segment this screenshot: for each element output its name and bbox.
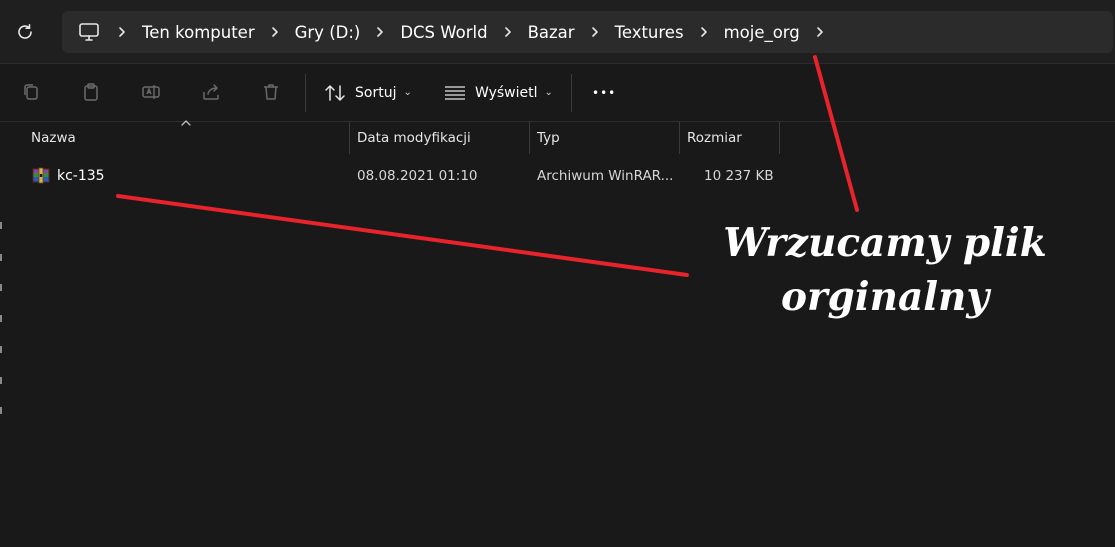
share-icon [203, 84, 219, 100]
chevron-right-icon[interactable] [488, 26, 528, 38]
chevron-right-icon[interactable] [575, 26, 615, 38]
view-button[interactable]: Wyświetl ⌄ [444, 64, 553, 121]
clipboard-icon [84, 83, 98, 101]
breadcrumb-item-bazar[interactable]: Bazar [528, 23, 575, 42]
chevron-down-icon: ⌄ [544, 87, 553, 98]
refresh-button[interactable] [12, 19, 38, 45]
annotation-text: Wrzucamy plik orginalny [700, 216, 1070, 324]
sort-button[interactable]: Sortuj ⌄ [324, 64, 412, 121]
annotation-line-to-file [116, 194, 689, 277]
trash-icon [264, 84, 278, 100]
rename-icon [142, 85, 160, 99]
file-name-cell[interactable]: kc-135 [32, 160, 105, 192]
chevron-right-icon[interactable] [255, 26, 295, 38]
share-button[interactable] [200, 81, 222, 103]
paste-button[interactable] [80, 81, 102, 103]
toolbar-divider [571, 74, 572, 112]
navigation-pane-edge [0, 222, 3, 422]
pane-tick [0, 377, 2, 384]
column-header-size[interactable]: Rozmiar [679, 122, 779, 154]
breadcrumb-item-gry[interactable]: Gry (D:) [295, 23, 361, 42]
file-type: Archiwum WinRAR... [537, 168, 674, 184]
view-label: Wyświetl [475, 84, 538, 101]
column-headers: Nazwa Data modyfikacji Typ Rozmiar [0, 122, 1115, 154]
breadcrumb-item-moje-org[interactable]: moje_org [724, 23, 800, 42]
column-header-name[interactable]: Nazwa [23, 122, 349, 154]
column-header-modified[interactable]: Data modyfikacji [349, 122, 529, 154]
column-header-type[interactable]: Typ [529, 122, 679, 154]
chevron-right-icon[interactable] [360, 26, 400, 38]
copy-icon [24, 84, 38, 100]
address-row: Ten komputer Gry (D:) DCS World Bazar Te… [0, 0, 1115, 64]
breadcrumb: Ten komputer Gry (D:) DCS World Bazar Te… [78, 11, 840, 53]
pane-tick [0, 222, 2, 229]
pane-tick [0, 407, 2, 414]
breadcrumb-item-ten-komputer[interactable]: Ten komputer [142, 23, 255, 42]
computer-icon[interactable] [78, 20, 102, 44]
refresh-icon [18, 24, 32, 39]
command-toolbar: Sortuj ⌄ Wyświetl ⌄ ••• [0, 64, 1115, 122]
address-bar[interactable]: Ten komputer Gry (D:) DCS World Bazar Te… [62, 11, 1113, 53]
file-size: 10 237 KB [704, 168, 774, 184]
breadcrumb-item-dcs-world[interactable]: DCS World [400, 23, 487, 42]
chevron-right-icon[interactable] [102, 26, 142, 38]
delete-button[interactable] [260, 81, 282, 103]
pane-tick [0, 254, 2, 261]
annotation-line1: Wrzucamy plik [723, 220, 1047, 266]
file-modified: 08.08.2021 01:10 [357, 168, 478, 184]
file-name: kc-135 [57, 168, 105, 184]
sort-label: Sortuj [355, 84, 397, 101]
chevron-down-icon: ⌄ [403, 87, 412, 98]
chevron-right-icon[interactable] [684, 26, 724, 38]
copy-button[interactable] [20, 81, 42, 103]
pane-tick [0, 315, 2, 322]
toolbar-divider [305, 74, 306, 112]
more-options-button[interactable]: ••• [592, 64, 616, 121]
chevron-right-icon[interactable] [800, 26, 840, 38]
sort-icon [325, 84, 345, 101]
rename-button[interactable] [140, 81, 162, 103]
pane-tick [0, 346, 2, 353]
annotation-line2: orginalny [780, 274, 990, 320]
file-row[interactable]: kc-135 08.08.2021 01:10 Archiwum WinRAR.… [0, 160, 790, 192]
winrar-archive-icon [32, 167, 50, 184]
breadcrumb-item-textures[interactable]: Textures [615, 23, 684, 42]
pane-tick [0, 284, 2, 291]
column-resize-handle[interactable] [779, 122, 780, 154]
view-list-icon [445, 85, 465, 100]
